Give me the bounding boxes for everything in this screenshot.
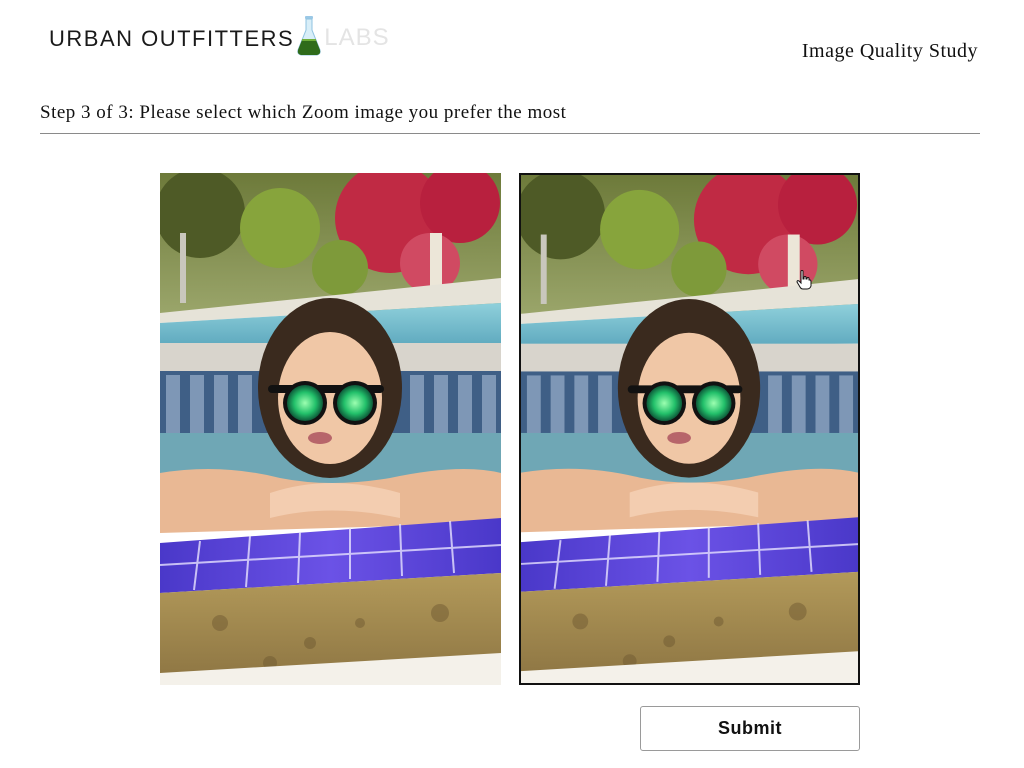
submit-button[interactable]: Submit <box>640 706 860 751</box>
zoom-image-option-a[interactable] <box>160 173 501 685</box>
logo-brand-text: URBAN OUTFITTERS <box>49 26 295 51</box>
hand-pointer-cursor-icon <box>796 270 812 290</box>
study-title: Image Quality Study <box>801 40 978 62</box>
header-divider <box>40 133 980 134</box>
logo-labs-text: LABS <box>324 24 390 51</box>
flask-icon <box>297 16 321 56</box>
pool-photo-image <box>160 173 501 685</box>
step-instruction: Step 3 of 3: Please select which Zoom im… <box>40 102 567 123</box>
brand-logo[interactable]: URBAN OUTFITTERS LABS <box>49 16 390 56</box>
pool-photo-image <box>521 175 858 683</box>
page: URBAN OUTFITTERS LABS Image Quality Stud… <box>0 0 1024 768</box>
zoom-image-option-b[interactable] <box>519 173 860 685</box>
